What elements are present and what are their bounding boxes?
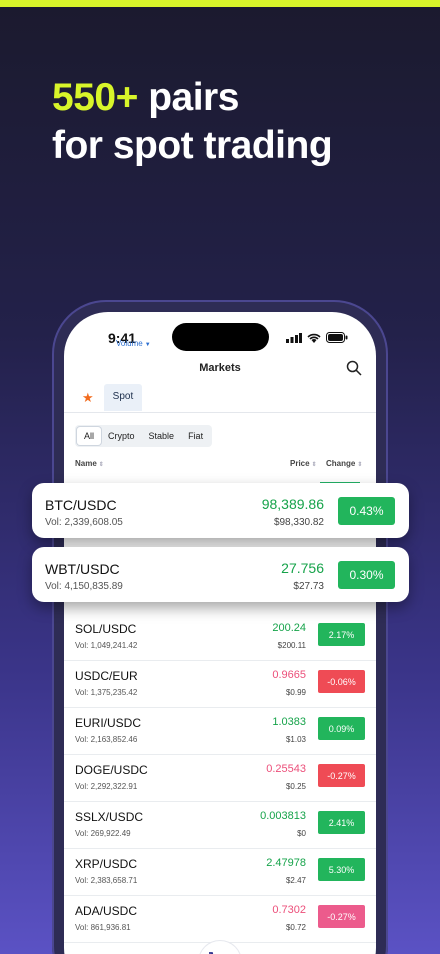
pair-usd-price: $0.25 bbox=[285, 782, 306, 791]
pair-usd-price: $0.72 bbox=[285, 923, 306, 932]
sort-icon: ⇕ bbox=[357, 462, 363, 468]
pair-volume: Vol: 1,049,241.42 bbox=[75, 641, 138, 650]
status-bar: 9:41 bbox=[64, 312, 376, 362]
market-row[interactable]: SOL/USDC Vol: 1,049,241.42 200.24 $200.11 2.… bbox=[64, 614, 376, 661]
pair-price: 200.24 bbox=[272, 622, 306, 634]
column-price-header[interactable]: Price ⇕ bbox=[290, 459, 317, 468]
market-tabs: ★ Spot bbox=[82, 384, 143, 411]
dynamic-island bbox=[172, 323, 269, 351]
pair-usd-price: $27.73 bbox=[293, 581, 324, 592]
pair-name: SOL/USDC bbox=[75, 622, 137, 636]
pair-price: 0.7302 bbox=[272, 904, 306, 916]
phone-screen: 9:41 Markets ★ Spot All Crypto Stable Fi… bbox=[64, 312, 376, 954]
market-row[interactable]: USDC/EUR Vol: 1,375,235.42 0.9665 $0.99 -0.0… bbox=[64, 661, 376, 708]
featured-pair-card[interactable]: BTC/USDC Vol: 2,339,608.05 98,389.86 $98… bbox=[32, 483, 409, 538]
pair-usd-price: $0.99 bbox=[285, 688, 306, 697]
filter-stable[interactable]: Stable bbox=[142, 427, 182, 445]
pair-volume: Vol: 269,922.49 bbox=[75, 829, 131, 838]
change-badge: 2.41% bbox=[318, 811, 365, 834]
headline: 550+ pairs for spot trading bbox=[52, 74, 333, 170]
pair-price: 2.47978 bbox=[266, 857, 306, 869]
pair-price: 98,389.86 bbox=[261, 496, 324, 512]
pair-name: USDC/EUR bbox=[75, 669, 138, 683]
market-row[interactable]: ADA/USDC Vol: 861,936.81 0.7302 $0.72 -0.27% bbox=[64, 896, 376, 943]
page-title: Markets bbox=[199, 362, 241, 374]
change-badge: -0.27% bbox=[318, 764, 365, 787]
market-row[interactable]: XRP/USDC Vol: 2,383,658.71 2.47978 $2.47 5.3… bbox=[64, 849, 376, 896]
change-badge: 0.09% bbox=[318, 717, 365, 740]
change-badge: -0.27% bbox=[318, 905, 365, 928]
favorites-star-icon[interactable]: ★ bbox=[82, 390, 94, 406]
column-volume-header[interactable]: Volume ▼ bbox=[116, 339, 151, 348]
pair-usd-price: $200.11 bbox=[277, 641, 306, 650]
tab-spot[interactable]: Spot bbox=[103, 384, 143, 411]
market-row[interactable]: SSLX/USDC Vol: 269,922.49 0.003813 $0 2.41% bbox=[64, 802, 376, 849]
pair-name: BTC/USDC bbox=[45, 497, 117, 513]
pair-volume: Vol: 2,339,608.05 bbox=[45, 517, 123, 528]
pair-name: ADA/USDC bbox=[75, 904, 138, 918]
change-badge: 5.30% bbox=[318, 858, 365, 881]
pair-volume: Vol: 2,163,852.46 bbox=[75, 735, 138, 744]
change-badge: -0.06% bbox=[318, 670, 365, 693]
filter-all[interactable]: All bbox=[77, 427, 102, 445]
pair-name: EURI/USDC bbox=[75, 716, 142, 730]
change-badge: 2.17% bbox=[318, 623, 365, 646]
headline-line1: pairs bbox=[137, 76, 239, 119]
headline-accent: 550+ bbox=[52, 76, 138, 119]
search-icon[interactable] bbox=[346, 360, 362, 381]
battery-icon bbox=[326, 332, 348, 343]
signal-icon bbox=[286, 332, 302, 343]
pair-price: 0.003813 bbox=[260, 810, 306, 822]
pair-price: 0.25543 bbox=[266, 763, 306, 775]
pair-name: WBT/USDC bbox=[45, 561, 120, 577]
column-price-label: Price bbox=[290, 459, 310, 468]
pair-price: 1.0383 bbox=[272, 716, 306, 728]
sort-desc-icon: ▼ bbox=[144, 342, 151, 348]
pair-volume: Vol: 2,383,658.71 bbox=[75, 876, 138, 885]
column-change-header[interactable]: Change ⇕ bbox=[326, 459, 362, 468]
pair-usd-price: $0 bbox=[297, 829, 306, 838]
headline-line2: for spot trading bbox=[52, 124, 333, 167]
pair-name: XRP/USDC bbox=[75, 857, 138, 871]
pair-price: 27.756 bbox=[281, 560, 324, 576]
pair-price: 0.9665 bbox=[272, 669, 306, 681]
change-badge: 0.30% bbox=[338, 561, 395, 589]
filter-crypto[interactable]: Crypto bbox=[101, 427, 142, 445]
filter-segmented-control: All Crypto Stable Fiat bbox=[75, 425, 213, 447]
pair-volume: Vol: 861,936.81 bbox=[75, 923, 131, 932]
column-name-header[interactable]: Name ⇕ bbox=[75, 459, 104, 468]
market-row[interactable]: EURI/USDC Vol: 2,163,852.46 1.0383 $1.03 0.0… bbox=[64, 708, 376, 755]
column-volume-label: Volume bbox=[116, 339, 143, 348]
column-name-label: Name bbox=[75, 459, 97, 468]
pair-volume: Vol: 4,150,835.89 bbox=[45, 581, 123, 592]
pair-name: SSLX/USDC bbox=[75, 810, 144, 824]
tabs-divider bbox=[64, 412, 376, 413]
pair-usd-price: $1.03 bbox=[285, 735, 306, 744]
wifi-icon bbox=[307, 333, 321, 343]
column-change-label: Change bbox=[326, 459, 356, 468]
sort-icon: ⇕ bbox=[311, 462, 317, 468]
pair-usd-price: $98,330.82 bbox=[273, 517, 324, 528]
filter-fiat[interactable]: Fiat bbox=[181, 427, 210, 445]
pair-volume: Vol: 1,375,235.42 bbox=[75, 688, 138, 697]
market-row[interactable]: DOGE/USDC Vol: 2,292,322.91 0.25543 $0.25 -0… bbox=[64, 755, 376, 802]
featured-pair-card[interactable]: WBT/USDC Vol: 4,150,835.89 27.756 $27.73… bbox=[32, 547, 409, 602]
pair-name: DOGE/USDC bbox=[75, 763, 148, 777]
pair-usd-price: $2.47 bbox=[285, 876, 306, 885]
sort-icon: ⇕ bbox=[98, 462, 104, 468]
pair-volume: Vol: 2,292,322.91 bbox=[75, 782, 138, 791]
phone-frame: 9:41 Markets ★ Spot All Crypto Stable Fi… bbox=[52, 300, 388, 954]
top-accent-bar bbox=[0, 0, 440, 7]
change-badge: 0.43% bbox=[338, 497, 395, 525]
system-icons bbox=[286, 332, 348, 343]
